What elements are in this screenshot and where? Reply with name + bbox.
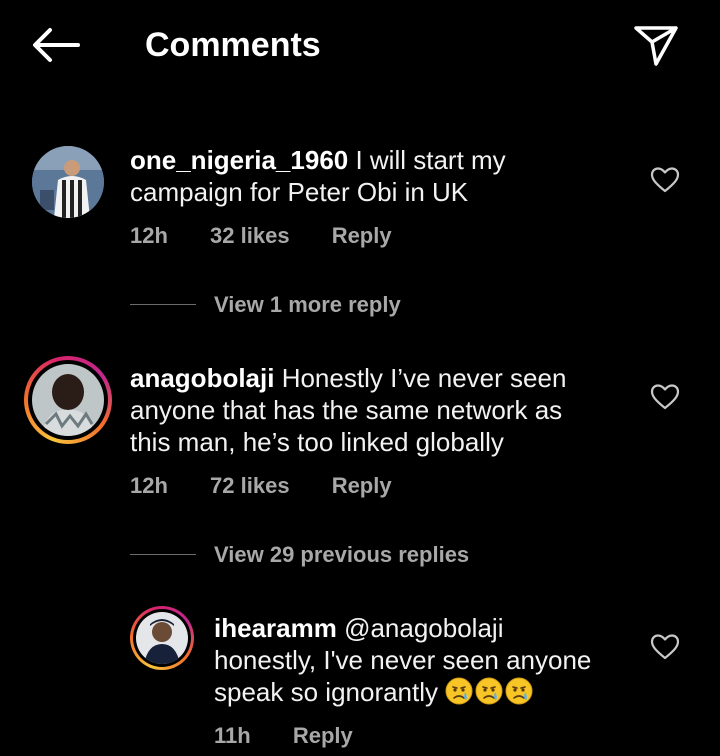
- avatar[interactable]: [32, 364, 104, 436]
- view-replies-button[interactable]: View 1 more reply: [214, 290, 401, 320]
- header-bar: Comments: [0, 0, 720, 90]
- divider: [130, 304, 196, 305]
- crying-face-emoji: [445, 677, 473, 705]
- comment-time: 11h: [214, 723, 251, 748]
- comment-username[interactable]: ihearamm: [214, 613, 337, 643]
- view-replies-button[interactable]: View 29 previous replies: [214, 540, 469, 570]
- crying-face-emoji: [475, 677, 503, 705]
- comment-time: 12h: [130, 473, 168, 498]
- divider: [130, 554, 196, 555]
- view-replies-row[interactable]: View 29 previous replies: [130, 540, 530, 570]
- view-replies-row[interactable]: View 1 more reply: [130, 290, 530, 320]
- comment-meta: 12h 32 likes Reply: [130, 222, 392, 250]
- avatar[interactable]: [32, 146, 104, 218]
- heart-icon[interactable]: [650, 633, 680, 661]
- reply-button[interactable]: Reply: [332, 223, 392, 248]
- comment-text: anagobolaji Honestly I’ve never seen any…: [130, 363, 567, 457]
- page-title: Comments: [145, 26, 321, 64]
- comment-text: ihearamm @anagobolaji honestly, I've nev…: [214, 613, 592, 707]
- comment-meta: 11h Reply: [214, 722, 353, 750]
- share-direct-icon[interactable]: [632, 22, 680, 68]
- comment-username[interactable]: one_nigeria_1960: [130, 145, 348, 175]
- heart-icon[interactable]: [650, 166, 680, 194]
- back-arrow-icon[interactable]: [30, 25, 82, 65]
- heart-icon[interactable]: [650, 383, 680, 411]
- comment-meta: 12h 72 likes Reply: [130, 472, 392, 500]
- reply-button[interactable]: Reply: [293, 723, 353, 748]
- crying-face-emoji: [505, 677, 533, 705]
- reply-button[interactable]: Reply: [332, 473, 392, 498]
- comment-text: one_nigeria_1960 I will start my campaig…: [130, 145, 506, 207]
- comment-likes[interactable]: 72 likes: [210, 473, 290, 498]
- comment-time: 12h: [130, 223, 168, 248]
- avatar[interactable]: [136, 612, 188, 664]
- comment-username[interactable]: anagobolaji: [130, 363, 274, 393]
- comment-likes[interactable]: 32 likes: [210, 223, 290, 248]
